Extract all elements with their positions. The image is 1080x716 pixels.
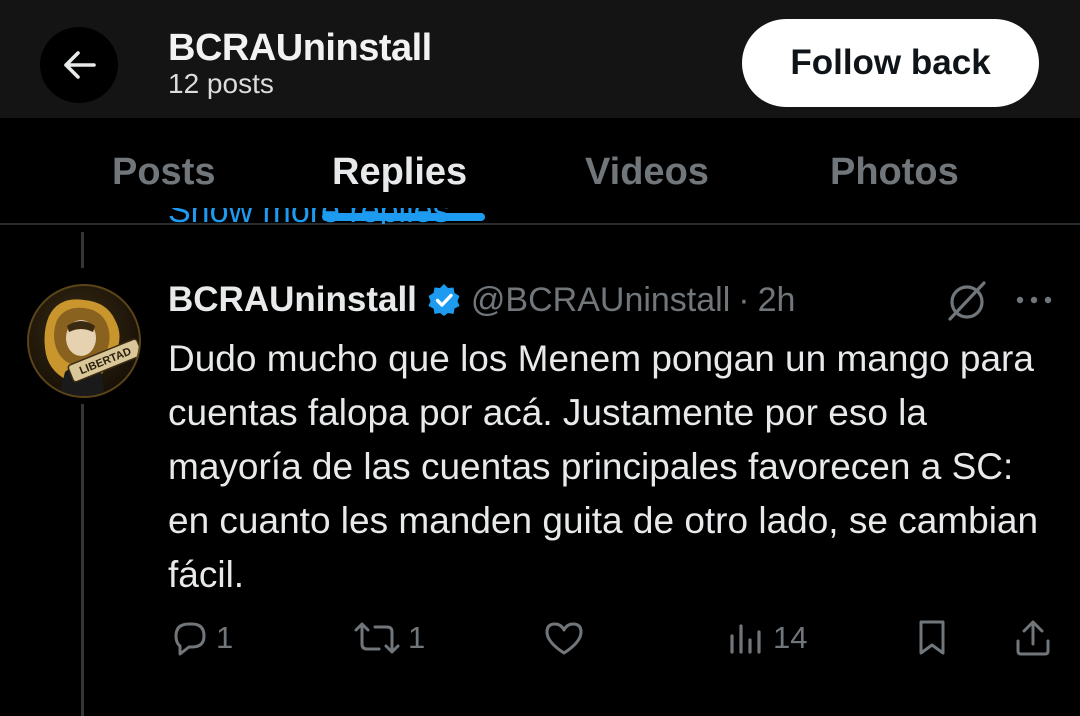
post-count: 12 posts [168,68,274,99]
thread-connector-top [81,232,84,268]
verified-badge-icon [428,284,460,316]
profile-tabs: Posts Replies Videos Photos [0,118,1080,225]
repost-icon [354,622,400,654]
thread-connector-bottom [81,404,84,716]
arrow-left-icon [64,51,96,79]
follow-back-button[interactable]: Follow back [742,19,1039,107]
avatar[interactable]: LIBERTAD [27,284,141,398]
tab-replies[interactable]: Replies [332,148,467,196]
tweet-header: BCRAUninstall @BCRAUninstall · 2h [168,276,795,324]
profile-header: BCRAUninstall 12 posts Follow back [0,0,1080,118]
views-button[interactable]: 14 [727,612,807,664]
views-count: 14 [773,620,808,655]
share-upload-icon [1016,620,1050,656]
repost-count: 1 [408,620,426,655]
heart-icon [545,622,583,655]
tab-photos[interactable]: Photos [830,148,959,196]
profile-name: BCRAUninstall [168,27,432,69]
bookmark-button[interactable] [914,612,950,664]
views-bars-icon [730,624,761,654]
reply-bubble-icon [174,622,206,656]
tweet-actions: 1 1 14 [0,612,1080,664]
lion-portrait-icon: LIBERTAD [44,299,139,396]
grok-icon[interactable] [944,279,990,321]
repost-button[interactable]: 1 [352,612,425,664]
bookmark-icon [919,620,945,655]
tab-posts[interactable]: Posts [112,148,215,196]
show-more-replies-link[interactable]: Show more replies [168,208,508,224]
tab-videos[interactable]: Videos [585,148,709,196]
reply-button[interactable]: 1 [170,612,233,664]
back-button[interactable] [40,27,118,103]
share-button[interactable] [1013,612,1053,664]
header-title-group: BCRAUninstall 12 posts [168,26,432,100]
meta-separator: · [738,280,750,319]
reply-count: 1 [216,620,234,655]
tweet-text: Dudo mucho que los Menem pongan un mango… [168,338,1039,595]
author-name[interactable]: BCRAUninstall [168,280,417,320]
like-button[interactable] [543,612,585,664]
more-horizontal-icon[interactable] [1014,290,1054,310]
author-handle[interactable]: @BCRAUninstall [471,281,730,320]
tweet-timestamp[interactable]: 2h [758,281,796,320]
